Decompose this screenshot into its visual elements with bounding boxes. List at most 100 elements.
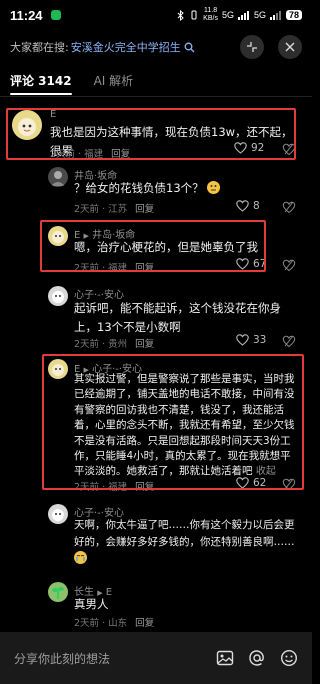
avatar-cartoon-icon [52,509,64,521]
close-button[interactable] [278,35,302,59]
comment-time: 2天前 [74,618,100,629]
avatar[interactable] [48,504,68,524]
avatar[interactable] [48,167,68,187]
input-actions [216,649,298,667]
like-count: 67 [253,258,267,270]
comment-location: 山东 [108,618,128,629]
reply-button[interactable]: 回复 [135,339,154,350]
comment-location: 福建 [84,149,104,160]
like-button[interactable]: 62 [236,477,266,489]
comment-text: ？给女的花钱负债13个？ [74,179,254,198]
like-count: 92 [251,142,265,154]
search-prefix: 大家都在搜: [10,41,69,54]
heart-icon [234,142,247,154]
reply-button[interactable]: 回复 [135,618,154,629]
like-count: 62 [253,477,267,489]
header-buttons [240,35,302,59]
bluetooth-icon [177,9,184,21]
comment-time: 2天前 [50,149,76,160]
comment-item: E ▶ 心子·-·安心 其实报过警，但是警察说了那些是事实，当时我已经逾期了，铺… [0,355,312,495]
comment-time: 2天前 [74,204,100,215]
heart-icon [236,477,249,489]
avatar-person-icon [51,171,65,186]
avatar[interactable] [48,582,68,602]
signal-icon-2 [269,10,281,20]
comment-meta: 2天前 · 山东 回复 [74,618,155,629]
avatar-cartoon-icon [18,118,36,136]
reply-button[interactable]: 回复 [111,149,130,160]
signal-label-2: 5G [253,10,266,20]
comment-input-bar: 分享你此刻的想法 [0,632,312,684]
search-suggestion-bar: 大家都在搜: 安溪金火完全中学招生 [0,30,312,64]
like-button[interactable]: 8 [236,200,260,212]
thinking-emoji-icon [207,181,221,194]
net-speed-value: 11.8 [204,7,218,14]
avatar[interactable] [12,110,42,140]
comment-meta: 2天前 · 福建 回复 [50,149,131,160]
comment-item: 心子·-·安心 起诉吧，能不能起诉，这个钱没花在你身上，13个不是小数啊 2天前… [0,282,312,350]
avatar-cartoon-icon [52,364,64,376]
app-notification-icon [50,10,61,20]
avatar[interactable] [48,359,68,379]
reply-button[interactable]: 回复 [135,263,154,274]
status-indicators: 11.8 KB/s 5G 5G 78 [177,7,302,23]
avatar[interactable] [48,226,68,246]
comment-item: 心子·-·安心 天啊，你太牛逼了吧……你有这个毅力以后会更好的，会赚好多好多钱的… [0,500,312,564]
tab-divider [0,96,312,97]
search-icon[interactable] [184,42,195,53]
signal-label: 5G [221,10,234,20]
reply-button[interactable]: 回复 [135,204,154,215]
collapse-link[interactable]: 收起 [256,466,276,477]
net-speed-unit: KB/s [203,15,218,22]
comment-text: 天啊，你太牛逼了吧……你有这个毅力以后会更好的，会赚好多好多钱的，你还特别善良啊… [74,517,296,568]
mention-icon[interactable] [248,649,266,667]
comment-text-content: ？给女的花钱负债13个？ [74,181,204,195]
collapse-arrows-icon [247,42,257,52]
like-count: 33 [253,334,267,346]
comment-item: 长生 ▶ E 真男人 2天前 · 山东 回复 [0,578,312,630]
heart-icon [236,200,249,212]
comment-item: E ▶ 井岛·坂命 嗯，治疗心梗花的，但是她辜负了我 2天前 · 福建 回复 67 [0,220,312,274]
reply-button[interactable]: 回复 [135,482,154,493]
like-button[interactable]: 92 [234,142,264,154]
comment-text: 起诉吧，能不能起诉，这个钱没花在你身上，13个不是小数啊 [74,301,281,334]
image-icon[interactable] [216,649,234,667]
comment-time: 2天前 [74,263,100,274]
dislike-icon[interactable] [282,200,296,214]
comment-time: 2天前 [74,482,100,493]
dislike-icon[interactable] [282,258,296,272]
avatar-cartoon-icon [52,291,64,303]
dislike-icon[interactable] [282,477,296,491]
vibrate-icon [191,10,197,20]
net-speed: 11.8 KB/s [203,7,218,23]
status-bar: 11:24 11.8 KB/s 5G 5G 78 [0,0,312,30]
comment-input[interactable]: 分享你此刻的想法 [14,650,110,667]
comment-meta: 2天前 · 福建 回复 [74,263,155,274]
comment-time: 2天前 [74,339,100,350]
comment-location: 江苏 [108,204,128,215]
heart-icon [236,334,249,346]
dislike-icon[interactable] [282,334,296,348]
comment-text-content: 天啊，你太牛逼了吧……你有这个毅力以后会更好的，会赚好多好多钱的，你还特别善良啊… [74,519,295,548]
avatar[interactable] [48,286,68,306]
like-button[interactable]: 33 [236,334,266,346]
close-icon [285,42,295,52]
crying-emoji-icon [74,551,87,564]
signal-icon [237,10,249,20]
comment-tabs: 评论 3142 AI 解析 [10,72,134,95]
like-button[interactable]: 67 [236,258,266,270]
comment-location: 贵州 [108,339,128,350]
comment-author[interactable]: E [50,109,56,120]
like-count: 8 [253,200,260,212]
tab-ai-analysis[interactable]: AI 解析 [94,72,134,89]
tab-comments[interactable]: 评论 3142 [10,72,72,95]
collapse-button[interactable] [240,35,264,59]
avatar-plant-icon [52,587,64,599]
emoji-icon[interactable] [280,649,298,667]
comment-text-content: 其实报过警，但是警察说了那些是事实，当时我已经逾期了，铺天盖地的电话不敢接，中间… [74,373,295,478]
comment-item: 井岛·坂命 ？给女的花钱负债13个？ 2天前 · 江苏 回复 8 [0,163,312,215]
dislike-icon[interactable] [282,142,296,156]
search-suggestion-link[interactable]: 安溪金火完全中学招生 [71,39,181,55]
status-time: 11:24 [10,7,43,23]
comment-location: 福建 [108,482,128,493]
